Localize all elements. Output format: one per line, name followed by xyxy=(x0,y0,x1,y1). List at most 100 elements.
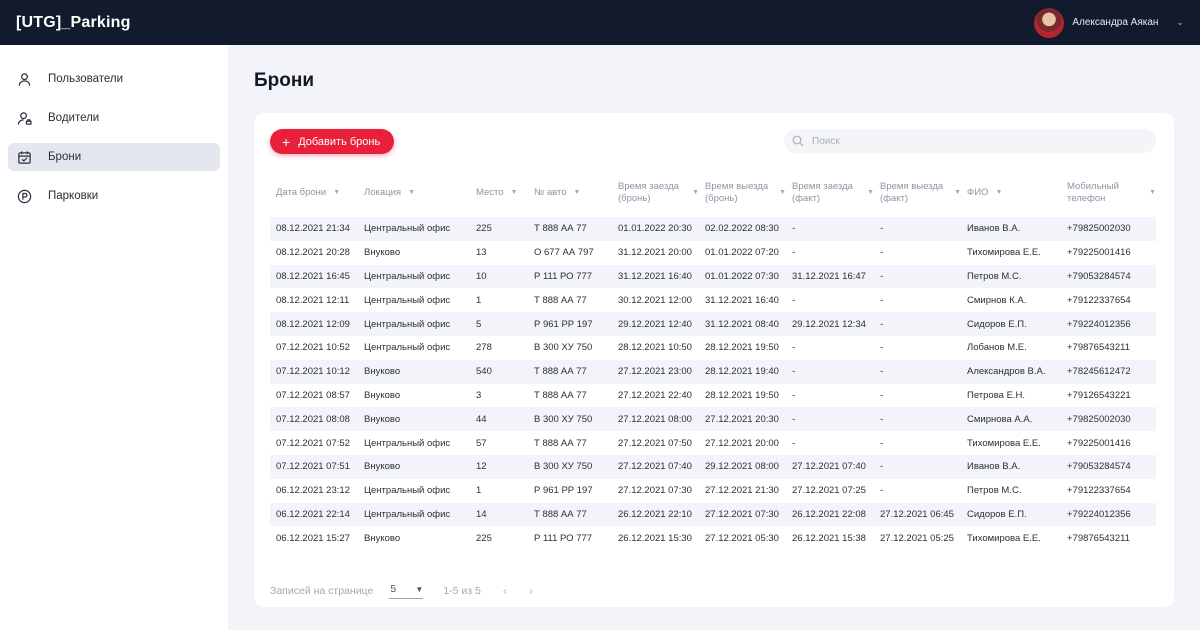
col-arrival-booked-cell: 27.12.2021 08:00 xyxy=(612,407,699,432)
col-arrival-booked-cell: 29.12.2021 12:40 xyxy=(612,312,699,336)
col-phone-cell: +79825002030 xyxy=(1061,407,1156,432)
table-row[interactable]: 07.12.2021 08:08 Внуково 44 В 300 ХУ 750 27.… xyxy=(270,407,1156,432)
user-menu[interactable]: Александра Аякан ⌄ xyxy=(1034,7,1184,38)
col-arrival-actual-cell: - xyxy=(786,407,874,432)
col-booking-date-cell: 07.12.2021 10:52 xyxy=(276,342,350,354)
col-booking-date-cell: 08.12.2021 20:28 xyxy=(276,247,350,259)
search-box[interactable] xyxy=(784,129,1156,153)
sort-arrow-icon[interactable]: ▼ xyxy=(954,187,961,199)
col-full-name-cell: Петров М.С. xyxy=(967,485,1022,497)
col-arrival-booked-cell: 26.12.2021 22:10 xyxy=(612,502,699,527)
col-departure-booked-cell: 01.01.2022 07:30 xyxy=(699,264,786,289)
table-row[interactable]: 08.12.2021 21:34 Центральный офис 225 Т 888… xyxy=(270,217,1156,241)
main-content: Брони + Добавить бронь Дата брони▼Локаци… xyxy=(228,45,1200,630)
col-departure-actual-header[interactable]: Время выезда (факт) ▼ xyxy=(874,169,961,217)
col-location-cell: Внуково xyxy=(364,532,401,544)
col-arrival-actual-cell: 29.12.2021 12:34 xyxy=(786,312,874,336)
col-place-cell: 3 xyxy=(476,389,482,401)
col-arrival-actual-cell: - xyxy=(786,217,874,241)
col-place-cell: 44 xyxy=(470,407,528,432)
col-car-number-cell: Т 888 АА 77 xyxy=(528,217,612,241)
sort-arrow-icon[interactable]: ▼ xyxy=(779,187,786,199)
col-arrival-actual-header[interactable]: Время заезда (факт) ▼ xyxy=(786,169,874,217)
col-full-name-cell: Иванов В.А. xyxy=(961,217,1061,241)
rows-per-page-value: 5 xyxy=(390,583,397,595)
col-location-cell: Центральный офис xyxy=(358,312,470,336)
sort-arrow-icon[interactable]: ▼ xyxy=(573,187,580,199)
col-car-number-cell: Р 961 РР 197 xyxy=(528,312,612,336)
col-location-cell: Внуково xyxy=(358,359,470,384)
table-header-row: Дата брони ▼ Локация ▼ Место ▼ № авто ▼ Время за… xyxy=(270,169,1156,217)
col-location-cell: Центральный офис xyxy=(358,264,470,289)
sort-arrow-icon[interactable]: ▼ xyxy=(692,187,699,199)
col-arrival-actual-cell: - xyxy=(792,247,796,259)
calendar-icon xyxy=(16,149,32,165)
sort-arrow-icon[interactable]: ▼ xyxy=(995,187,1002,199)
col-car-number-header[interactable]: № авто ▼ xyxy=(528,169,612,217)
table-row[interactable]: 07.12.2021 07:52 Центральный офис 57 Т 888 … xyxy=(270,431,1156,455)
col-full-name-cell: Лобанов М.Е. xyxy=(967,342,1027,354)
table-row[interactable]: 06.12.2021 23:12 Центральный офис 1 Р 961 Р… xyxy=(270,479,1156,503)
sort-arrow-icon[interactable]: ▼ xyxy=(408,187,415,199)
prev-page-icon[interactable]: ‹ xyxy=(503,584,507,598)
col-location-header[interactable]: Локация ▼ xyxy=(358,169,470,217)
col-arrival-booked-cell: 28.12.2021 10:50 xyxy=(618,342,692,354)
col-location-cell: Центральный офис xyxy=(364,437,451,449)
sidebar-item-label: Брони xyxy=(48,151,82,163)
column-header-label: Локация xyxy=(364,187,402,198)
col-departure-booked-cell: 29.12.2021 08:00 xyxy=(699,454,786,479)
driver-icon xyxy=(16,110,32,126)
col-full-name-cell: Александров В.А. xyxy=(961,359,1061,384)
col-booking-date-header[interactable]: Дата брони ▼ xyxy=(270,169,358,217)
rows-per-page-label: Записей на странице xyxy=(270,585,374,597)
table-row[interactable]: 07.12.2021 07:51 Внуково 12 В 300 ХУ 750 27.… xyxy=(270,454,1156,479)
table-row[interactable]: 08.12.2021 20:28 Внуково 13 О 677 АА 797 31.… xyxy=(270,241,1156,265)
app-title: [UTG]_Parking xyxy=(16,13,131,31)
col-location-cell: Внуково xyxy=(364,389,401,401)
col-phone-cell: +79224012356 xyxy=(1061,312,1156,336)
sidebar-item-drivers[interactable]: Водители xyxy=(8,104,220,132)
sort-arrow-icon[interactable]: ▼ xyxy=(867,187,874,199)
sidebar-item-parkings[interactable]: Парковки xyxy=(8,182,220,210)
col-full-name-header[interactable]: ФИО ▼ xyxy=(961,169,1061,217)
col-departure-actual-cell: - xyxy=(874,407,961,432)
column-header-label: Время выезда (факт) xyxy=(880,181,944,204)
sort-arrow-icon[interactable]: ▼ xyxy=(333,187,340,199)
table-row[interactable]: 06.12.2021 15:27 Внуково 225 Р 111 РО 777 26… xyxy=(270,526,1156,550)
table-row[interactable]: 08.12.2021 12:11 Центральный офис 1 Т 888 А… xyxy=(270,288,1156,312)
avatar[interactable] xyxy=(1034,7,1065,38)
col-departure-actual-cell: - xyxy=(874,359,961,384)
table-row[interactable]: 08.12.2021 16:45 Центральный офис 10 Р 111 … xyxy=(270,264,1156,289)
table-row[interactable]: 07.12.2021 10:52 Центральный офис 278 В 300… xyxy=(270,336,1156,360)
table-row[interactable]: 06.12.2021 22:14 Центральный офис 14 Т 888 … xyxy=(270,502,1156,527)
sidebar-item-bookings[interactable]: Брони xyxy=(8,143,220,171)
page-title: Брони xyxy=(254,70,315,91)
sort-arrow-icon[interactable]: ▼ xyxy=(511,187,518,199)
col-arrival-booked-cell: 31.12.2021 16:40 xyxy=(612,264,699,289)
col-place-cell: 57 xyxy=(476,437,487,449)
col-car-number-cell: Т 888 АА 77 xyxy=(534,389,587,401)
col-car-number-cell: Р 111 РО 777 xyxy=(528,264,612,289)
sort-arrow-icon[interactable]: ▼ xyxy=(1149,187,1156,199)
table-row[interactable]: 07.12.2021 08:57 Внуково 3 Т 888 АА 77 27.12… xyxy=(270,384,1156,408)
chevron-down-icon[interactable]: ⌄ xyxy=(1176,17,1184,28)
table-row[interactable]: 08.12.2021 12:09 Центральный офис 5 Р 961 Р… xyxy=(270,312,1156,336)
col-arrival-actual-cell: 27.12.2021 07:25 xyxy=(792,485,866,497)
col-departure-booked-cell: 28.12.2021 19:40 xyxy=(699,359,786,384)
col-full-name-cell: Тихомирова Е.Е. xyxy=(967,247,1041,259)
col-departure-actual-cell: 27.12.2021 05:25 xyxy=(880,532,954,544)
rows-per-page-select[interactable]: 5 ▼ xyxy=(389,583,424,599)
sidebar-item-users[interactable]: Пользователи xyxy=(8,65,220,93)
col-departure-booked-header[interactable]: Время выезда (бронь) ▼ xyxy=(699,169,786,217)
col-arrival-actual-cell: - xyxy=(786,359,874,384)
table-row[interactable]: 07.12.2021 10:12 Внуково 540 Т 888 АА 77 27.… xyxy=(270,359,1156,384)
col-phone-header[interactable]: Мобильный телефон ▼ xyxy=(1061,169,1156,217)
col-place-header[interactable]: Место ▼ xyxy=(470,169,528,217)
search-input[interactable] xyxy=(812,135,1132,147)
col-arrival-actual-cell: - xyxy=(792,342,796,354)
col-arrival-booked-header[interactable]: Время заезда (бронь) ▼ xyxy=(612,169,699,217)
sidebar-item-label: Водители xyxy=(48,112,100,124)
next-page-icon[interactable]: › xyxy=(529,584,533,598)
add-booking-button[interactable]: + Добавить бронь xyxy=(270,129,395,154)
col-full-name-cell: Иванов В.А. xyxy=(961,454,1061,479)
